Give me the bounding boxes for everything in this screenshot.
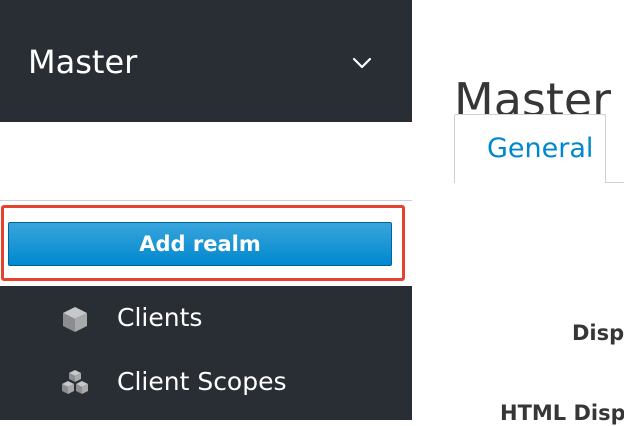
sidebar-item-clients[interactable]: Clients [0, 288, 412, 348]
main-content: Master General Disp HTML Disp [412, 0, 624, 425]
sidebar-item-label: Client Scopes [117, 367, 287, 396]
sidebar: Master Add realm Clients Client Scopes [0, 0, 412, 420]
dropdown-divider [0, 200, 412, 201]
chevron-down-icon[interactable] [352, 56, 372, 70]
realm-selector-label: Master [28, 43, 138, 81]
html-display-name-label: HTML Disp [500, 401, 624, 425]
tab-general[interactable]: General [454, 114, 606, 183]
cube-icon [63, 307, 87, 332]
add-realm-button[interactable]: Add realm [8, 222, 392, 266]
realm-selector[interactable]: Master [0, 0, 412, 122]
tab-general-label: General [487, 133, 594, 164]
cubes-icon [62, 370, 88, 394]
display-name-label: Disp [572, 321, 624, 345]
realm-dropdown-menu: Add realm [0, 122, 412, 286]
sidebar-item-client-scopes[interactable]: Client Scopes [0, 352, 412, 412]
sidebar-item-label: Clients [117, 303, 203, 332]
